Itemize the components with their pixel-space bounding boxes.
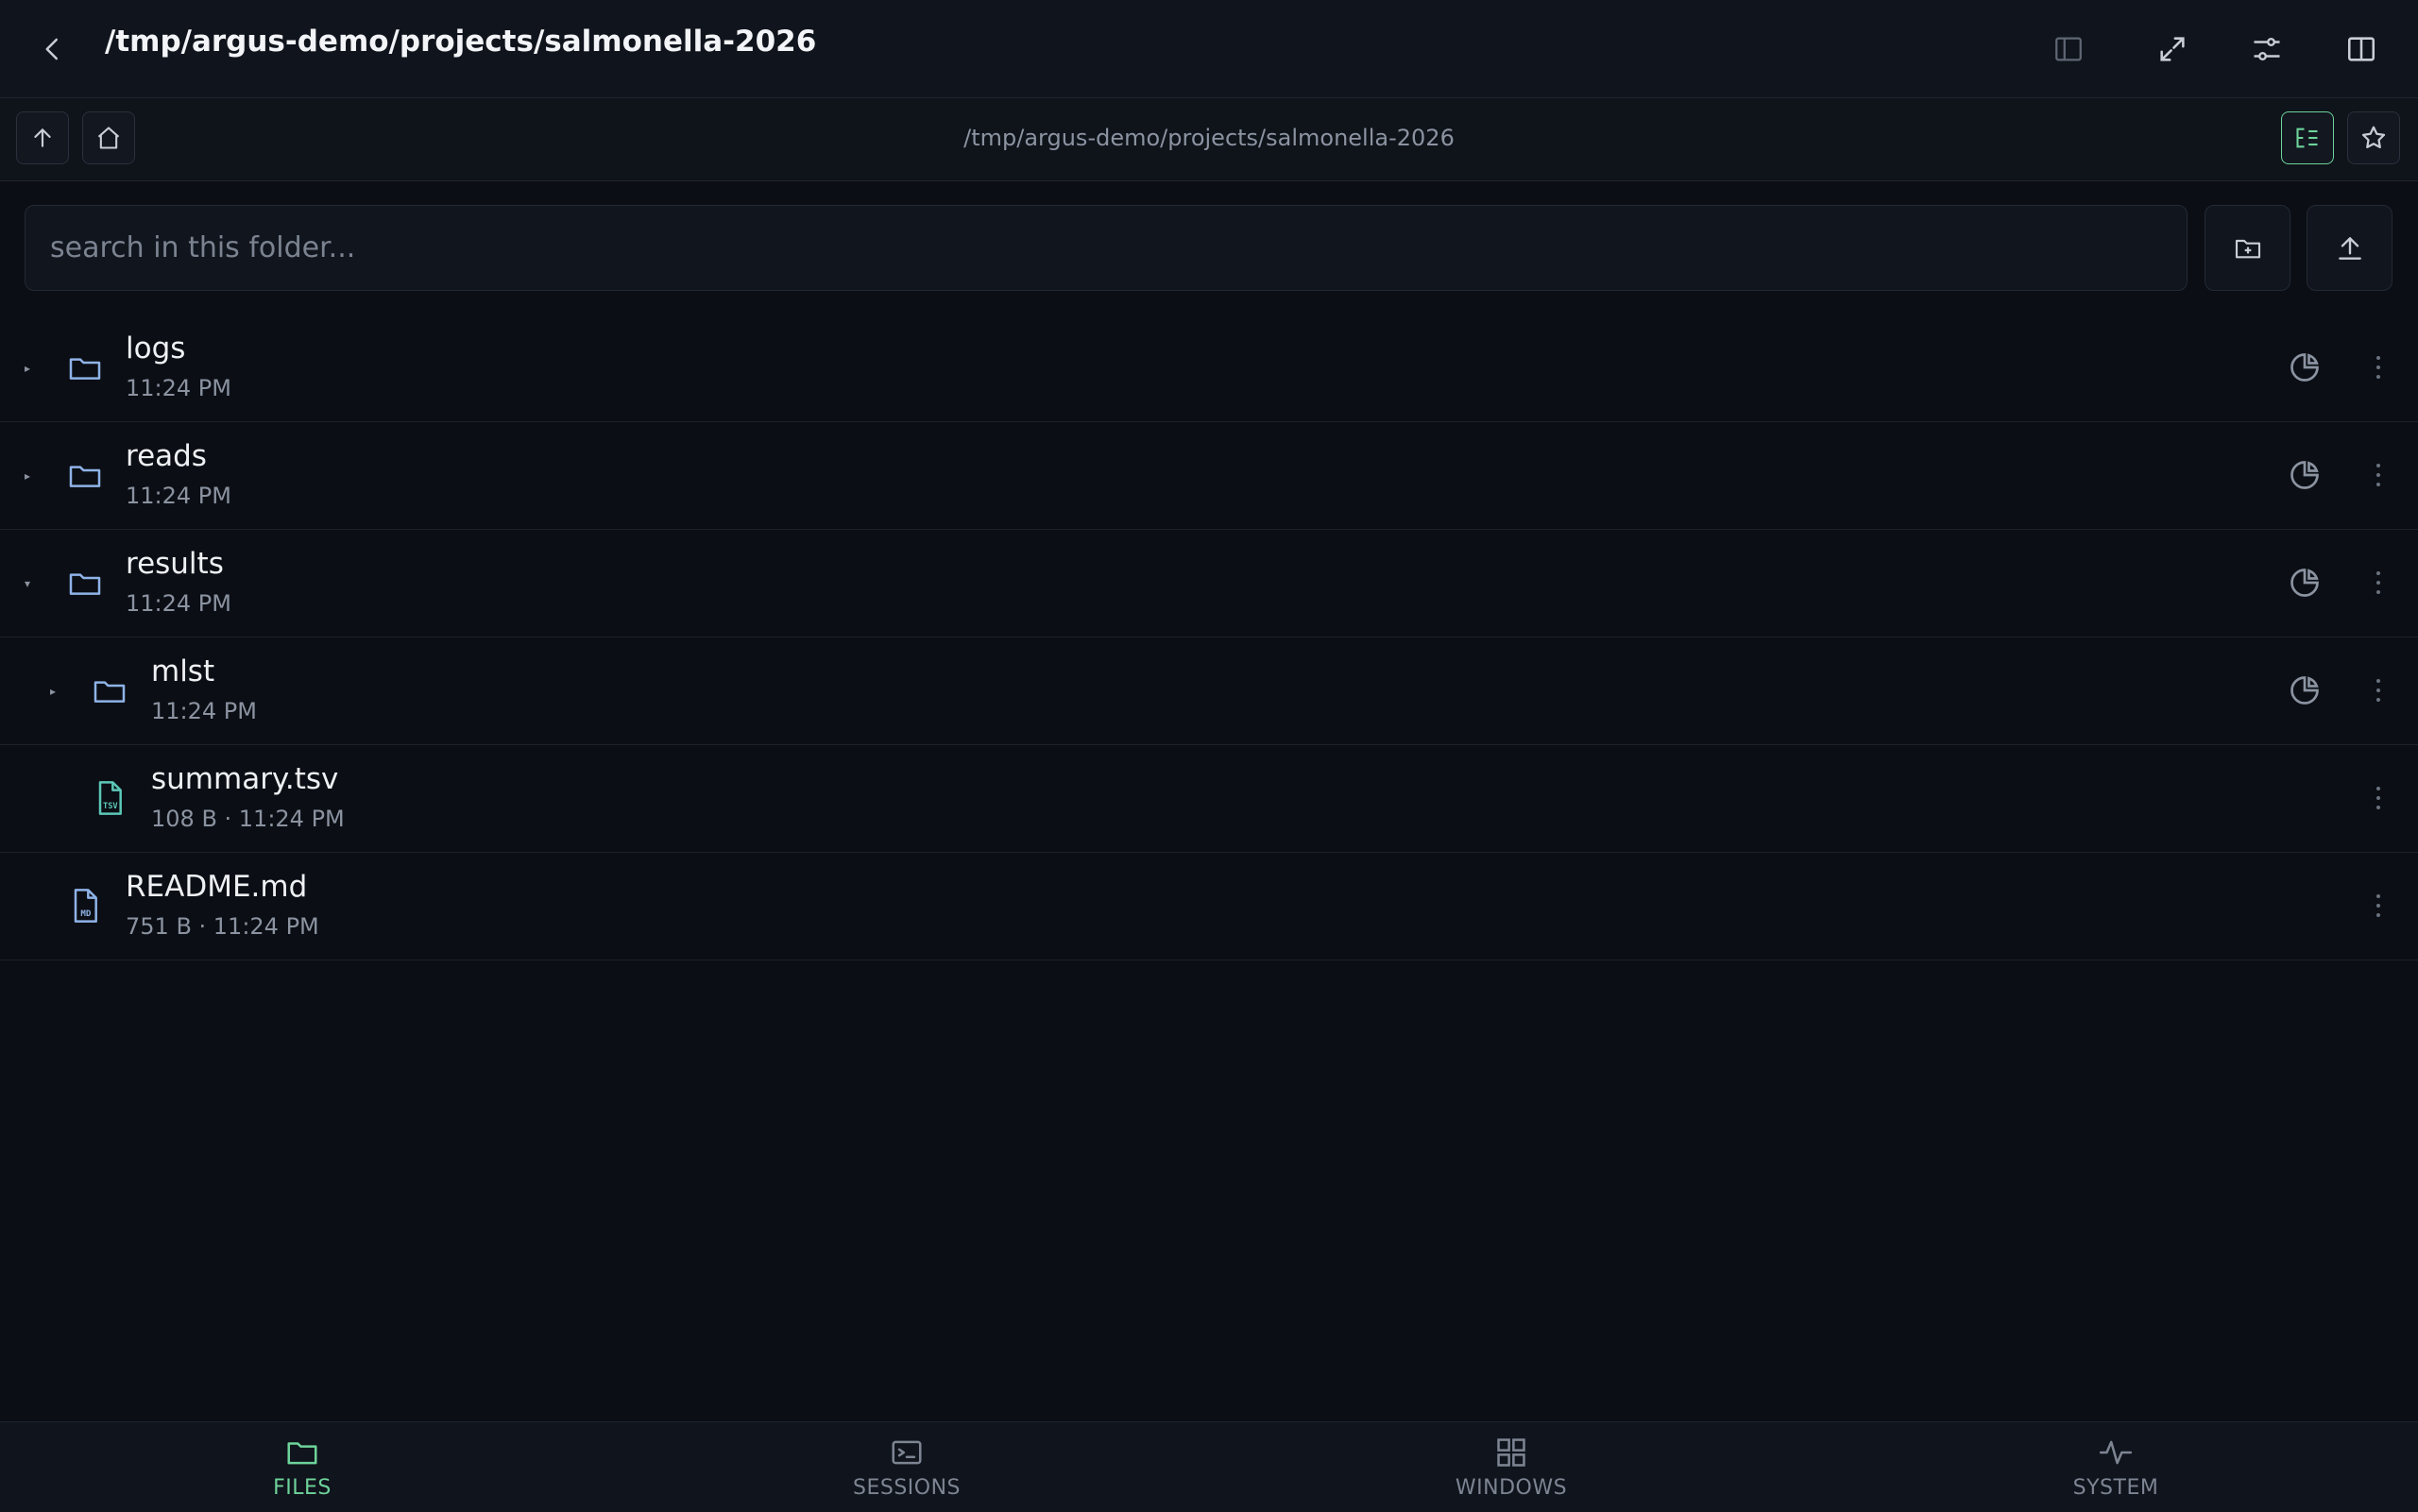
search-input[interactable]: [25, 205, 2188, 291]
kebab-menu-icon: [2376, 571, 2380, 594]
item-name: logs: [126, 331, 186, 365]
item-meta: 11:24 PM: [126, 375, 231, 401]
kebab-menu-icon: [2376, 679, 2380, 702]
item-meta: 11:24 PM: [126, 483, 231, 509]
nav-label: WINDOWS: [1455, 1476, 1568, 1500]
kebab-menu-icon: [2376, 356, 2380, 379]
app-bar: /tmp/argus-demo/projects/salmonella-2026: [0, 0, 2418, 98]
current-path: /tmp/argus-demo/projects/salmonella-2026: [963, 125, 1455, 151]
sidebar-panel-icon: [2055, 37, 2082, 61]
split-view-button[interactable]: [2337, 25, 2386, 74]
item-name: README.md: [126, 870, 308, 904]
expand-caret-icon[interactable]: ▸: [25, 362, 30, 375]
grid-icon: [1497, 1438, 1525, 1467]
folder-icon: [69, 358, 101, 380]
tsv-file-icon: TSV: [98, 781, 122, 815]
more-options-button[interactable]: [2369, 350, 2388, 384]
terminal-icon: [892, 1440, 922, 1465]
disk-usage-icon[interactable]: [2288, 458, 2322, 492]
fullscreen-button[interactable]: [2148, 25, 2197, 74]
svg-text:TSV: TSV: [103, 802, 118, 811]
disk-usage-icon[interactable]: [2288, 673, 2322, 707]
file-toolbar: /tmp/argus-demo/projects/salmonella-2026: [0, 98, 2418, 181]
list-item[interactable]: ▾ results 11:24 PM: [0, 530, 2418, 637]
disk-usage-icon[interactable]: [2288, 566, 2322, 600]
folder-icon: [94, 681, 126, 703]
upload-button[interactable]: [2307, 205, 2392, 291]
new-folder-button[interactable]: [2205, 205, 2290, 291]
bookmark-button[interactable]: [2347, 111, 2400, 164]
bottom-nav: FILES SESSIONS WINDOWS SYSTEM: [0, 1421, 2418, 1512]
nav-label: SESSIONS: [852, 1476, 962, 1500]
collapse-caret-icon[interactable]: ▾: [25, 577, 30, 590]
page-title: /tmp/argus-demo/projects/salmonella-2026: [105, 25, 817, 59]
more-options-button[interactable]: [2369, 458, 2388, 492]
folder-icon: [69, 466, 101, 487]
item-meta: 11:24 PM: [151, 698, 257, 724]
detail-view-toggle[interactable]: [2281, 111, 2334, 164]
folder-icon: [69, 573, 101, 595]
list-item[interactable]: ▸ reads 11:24 PM: [0, 422, 2418, 530]
list-item[interactable]: MD README.md 751 B · 11:24 PM: [0, 853, 2418, 960]
expand-caret-icon[interactable]: ▸: [25, 469, 30, 483]
more-options-button[interactable]: [2369, 673, 2388, 707]
activity-icon: [2099, 1440, 2133, 1465]
kebab-menu-icon: [2376, 894, 2380, 917]
disk-usage-icon[interactable]: [2288, 350, 2322, 384]
more-options-button[interactable]: [2369, 781, 2388, 815]
list-detail-icon: [2296, 127, 2318, 148]
expand-caret-icon[interactable]: ▸: [50, 685, 56, 698]
split-panel-icon: [2347, 37, 2375, 61]
markdown-file-icon: MD: [74, 889, 97, 923]
file-list: ▸ logs 11:24 PM ▸ reads 11:24 PM ▾ resul…: [0, 314, 2418, 960]
item-meta: 751 B · 11:24 PM: [126, 913, 319, 940]
expand-icon: [2160, 37, 2185, 61]
chevron-left-icon: [45, 38, 58, 60]
item-name: results: [126, 547, 224, 581]
sliders-icon: [2254, 38, 2280, 61]
folder-plus-icon: [2235, 239, 2260, 258]
nav-label: FILES: [273, 1476, 332, 1500]
nav-label: SYSTEM: [2072, 1476, 2159, 1500]
nav-system[interactable]: SYSTEM: [1814, 1422, 2418, 1512]
nav-sessions[interactable]: SESSIONS: [604, 1422, 1209, 1512]
list-item[interactable]: ▸ mlst 11:24 PM: [0, 637, 2418, 745]
kebab-menu-icon: [2376, 787, 2380, 809]
list-item[interactable]: ▸ logs 11:24 PM: [0, 314, 2418, 422]
back-button[interactable]: [30, 26, 76, 72]
more-options-button[interactable]: [2369, 566, 2388, 600]
item-name: mlst: [151, 654, 215, 688]
upload-icon: [2338, 236, 2361, 260]
sidebar-toggle-button[interactable]: [2044, 25, 2093, 74]
star-icon: [2361, 126, 2386, 148]
item-name: summary.tsv: [151, 762, 339, 796]
kebab-menu-icon: [2376, 464, 2380, 486]
settings-button[interactable]: [2242, 25, 2291, 74]
more-options-button[interactable]: [2369, 889, 2388, 923]
nav-windows[interactable]: WINDOWS: [1209, 1422, 1814, 1512]
item-meta: 11:24 PM: [126, 590, 231, 617]
list-item[interactable]: TSV summary.tsv 108 B · 11:24 PM: [0, 745, 2418, 853]
item-meta: 108 B · 11:24 PM: [151, 806, 345, 832]
nav-files[interactable]: FILES: [0, 1422, 604, 1512]
item-name: reads: [126, 439, 207, 473]
folder-icon: [287, 1442, 317, 1465]
svg-text:MD: MD: [80, 909, 92, 919]
